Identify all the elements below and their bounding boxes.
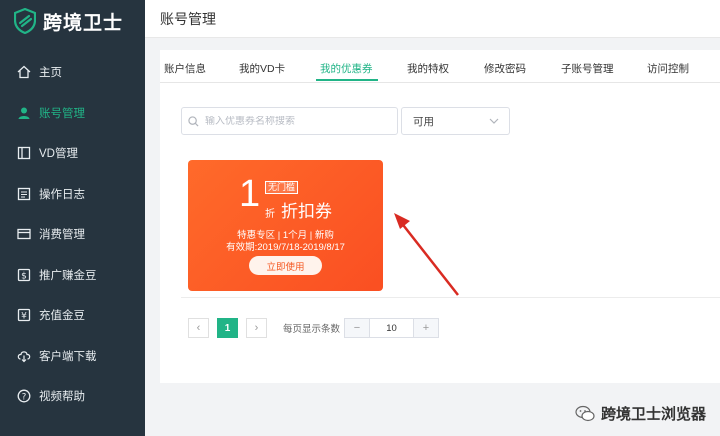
sidebar-item-6[interactable]: ¥ 充值金豆 xyxy=(0,295,145,336)
sidebar-item-label: VD管理 xyxy=(39,148,78,161)
help-icon: ? xyxy=(17,389,31,403)
sidebar-item-label: 推广赚金豆 xyxy=(39,269,97,282)
page-number-current[interactable]: 1 xyxy=(217,318,238,338)
download-icon xyxy=(17,349,31,363)
page-size-label: 每页显示条数 xyxy=(283,324,341,335)
sidebar-item-7[interactable]: 客户端下载 xyxy=(0,336,145,377)
coupon-validity: 有效期:2019/7/18-2019/8/17 xyxy=(226,242,345,253)
tab-5[interactable]: 子账号管理 xyxy=(561,61,614,76)
logo-text: 跨境卫士 xyxy=(43,12,124,34)
page-size-input[interactable] xyxy=(369,319,415,337)
sidebar-item-label: 账号管理 xyxy=(39,107,85,120)
sidebar-item-3[interactable]: 操作日志 xyxy=(0,174,145,215)
card-icon xyxy=(17,227,31,241)
sidebar-item-label: 操作日志 xyxy=(39,188,85,201)
next-page-button[interactable]: › xyxy=(246,318,267,338)
sidebar-item-8[interactable]: ? 视频帮助 xyxy=(0,376,145,417)
svg-text:¥: ¥ xyxy=(21,312,27,322)
pagination: ‹ 1 › 每页显示条数 − + xyxy=(188,318,440,338)
sidebar-item-label: 消费管理 xyxy=(39,229,85,242)
tab-0[interactable]: 账户信息 xyxy=(164,61,206,76)
sidebar-item-5[interactable]: $ 推广赚金豆 xyxy=(0,255,145,296)
sidebar-nav: 主页 账号管理 VD管理 操作日志 消费管理 $ 推广赚金豆 ¥ 充值金豆 客户端下载? 视频帮助 xyxy=(0,52,145,417)
tab-3[interactable]: 我的特权 xyxy=(407,61,449,76)
coupon-type: 折扣券 xyxy=(281,202,332,221)
sidebar-item-2[interactable]: VD管理 xyxy=(0,133,145,174)
coupon-description: 特惠专区 | 1个月 | 新购 xyxy=(237,230,334,241)
tab-4[interactable]: 修改密码 xyxy=(484,61,526,76)
svg-text:$: $ xyxy=(21,271,27,281)
sidebar-item-4[interactable]: 消费管理 xyxy=(0,214,145,255)
search-icon xyxy=(188,115,199,127)
logo[interactable]: 跨境卫士 xyxy=(14,7,123,35)
shield-logo-icon xyxy=(14,8,36,34)
sidebar-item-label: 主页 xyxy=(39,67,62,80)
page-size-stepper: − + xyxy=(344,318,440,338)
search-input[interactable] xyxy=(205,115,385,127)
use-now-button[interactable]: 立即使用 xyxy=(249,256,322,275)
promote-icon: $ xyxy=(17,268,31,282)
page-size-minus-button[interactable]: − xyxy=(345,319,370,337)
coupon-tag: 无门槛 xyxy=(265,181,299,194)
page-size-plus-button[interactable]: + xyxy=(414,319,439,337)
coupon-amount: 1 xyxy=(239,173,261,215)
header: 账号管理 xyxy=(145,0,720,38)
annotation-arrow-icon xyxy=(394,213,459,296)
watermark-text: 跨境卫士浏览器 xyxy=(600,406,706,423)
active-tab-underline xyxy=(316,79,378,81)
status-select-value: 可用 xyxy=(413,115,434,128)
tab-2[interactable]: 我的优惠券 xyxy=(320,61,373,76)
status-select[interactable]: 可用 xyxy=(401,107,510,135)
search-box[interactable] xyxy=(181,107,398,135)
sidebar-item-label: 客户端下载 xyxy=(39,350,97,363)
chevron-down-icon xyxy=(489,118,499,124)
coupon-unit: 折 xyxy=(265,209,275,220)
watermark: 跨境卫士浏览器 xyxy=(575,403,706,424)
prev-page-button[interactable]: ‹ xyxy=(188,318,209,338)
sidebar-item-label: 充值金豆 xyxy=(39,310,85,323)
sidebar-item-1[interactable]: 账号管理 xyxy=(0,93,145,134)
page-title: 账号管理 xyxy=(160,11,216,27)
svg-text:?: ? xyxy=(22,393,27,403)
home-icon xyxy=(17,65,31,79)
user-icon xyxy=(17,106,31,120)
tab-6[interactable]: 访问控制 xyxy=(647,61,689,76)
vd-icon xyxy=(17,146,31,160)
sidebar-item-0[interactable]: 主页 xyxy=(0,52,145,93)
sidebar: 跨境卫士 主页账号管理 VD管理操作日志消费管理 $ 推广赚金豆 ¥ 充值金豆客户端下载?… xyxy=(0,0,145,436)
sidebar-item-label: 视频帮助 xyxy=(39,391,85,404)
yen-icon: ¥ xyxy=(17,308,31,322)
coupon-card: 1 无门槛 折 折扣券 特惠专区 | 1个月 | 新购 有效期:2019/7/1… xyxy=(188,160,383,291)
wechat-icon xyxy=(575,405,595,421)
log-icon xyxy=(17,187,31,201)
tab-bar: 账户信息 我的VD卡 我的优惠券 我的特权 修改密码 子账号管理 访问控制 xyxy=(160,50,720,83)
tab-1[interactable]: 我的VD卡 xyxy=(239,61,285,76)
